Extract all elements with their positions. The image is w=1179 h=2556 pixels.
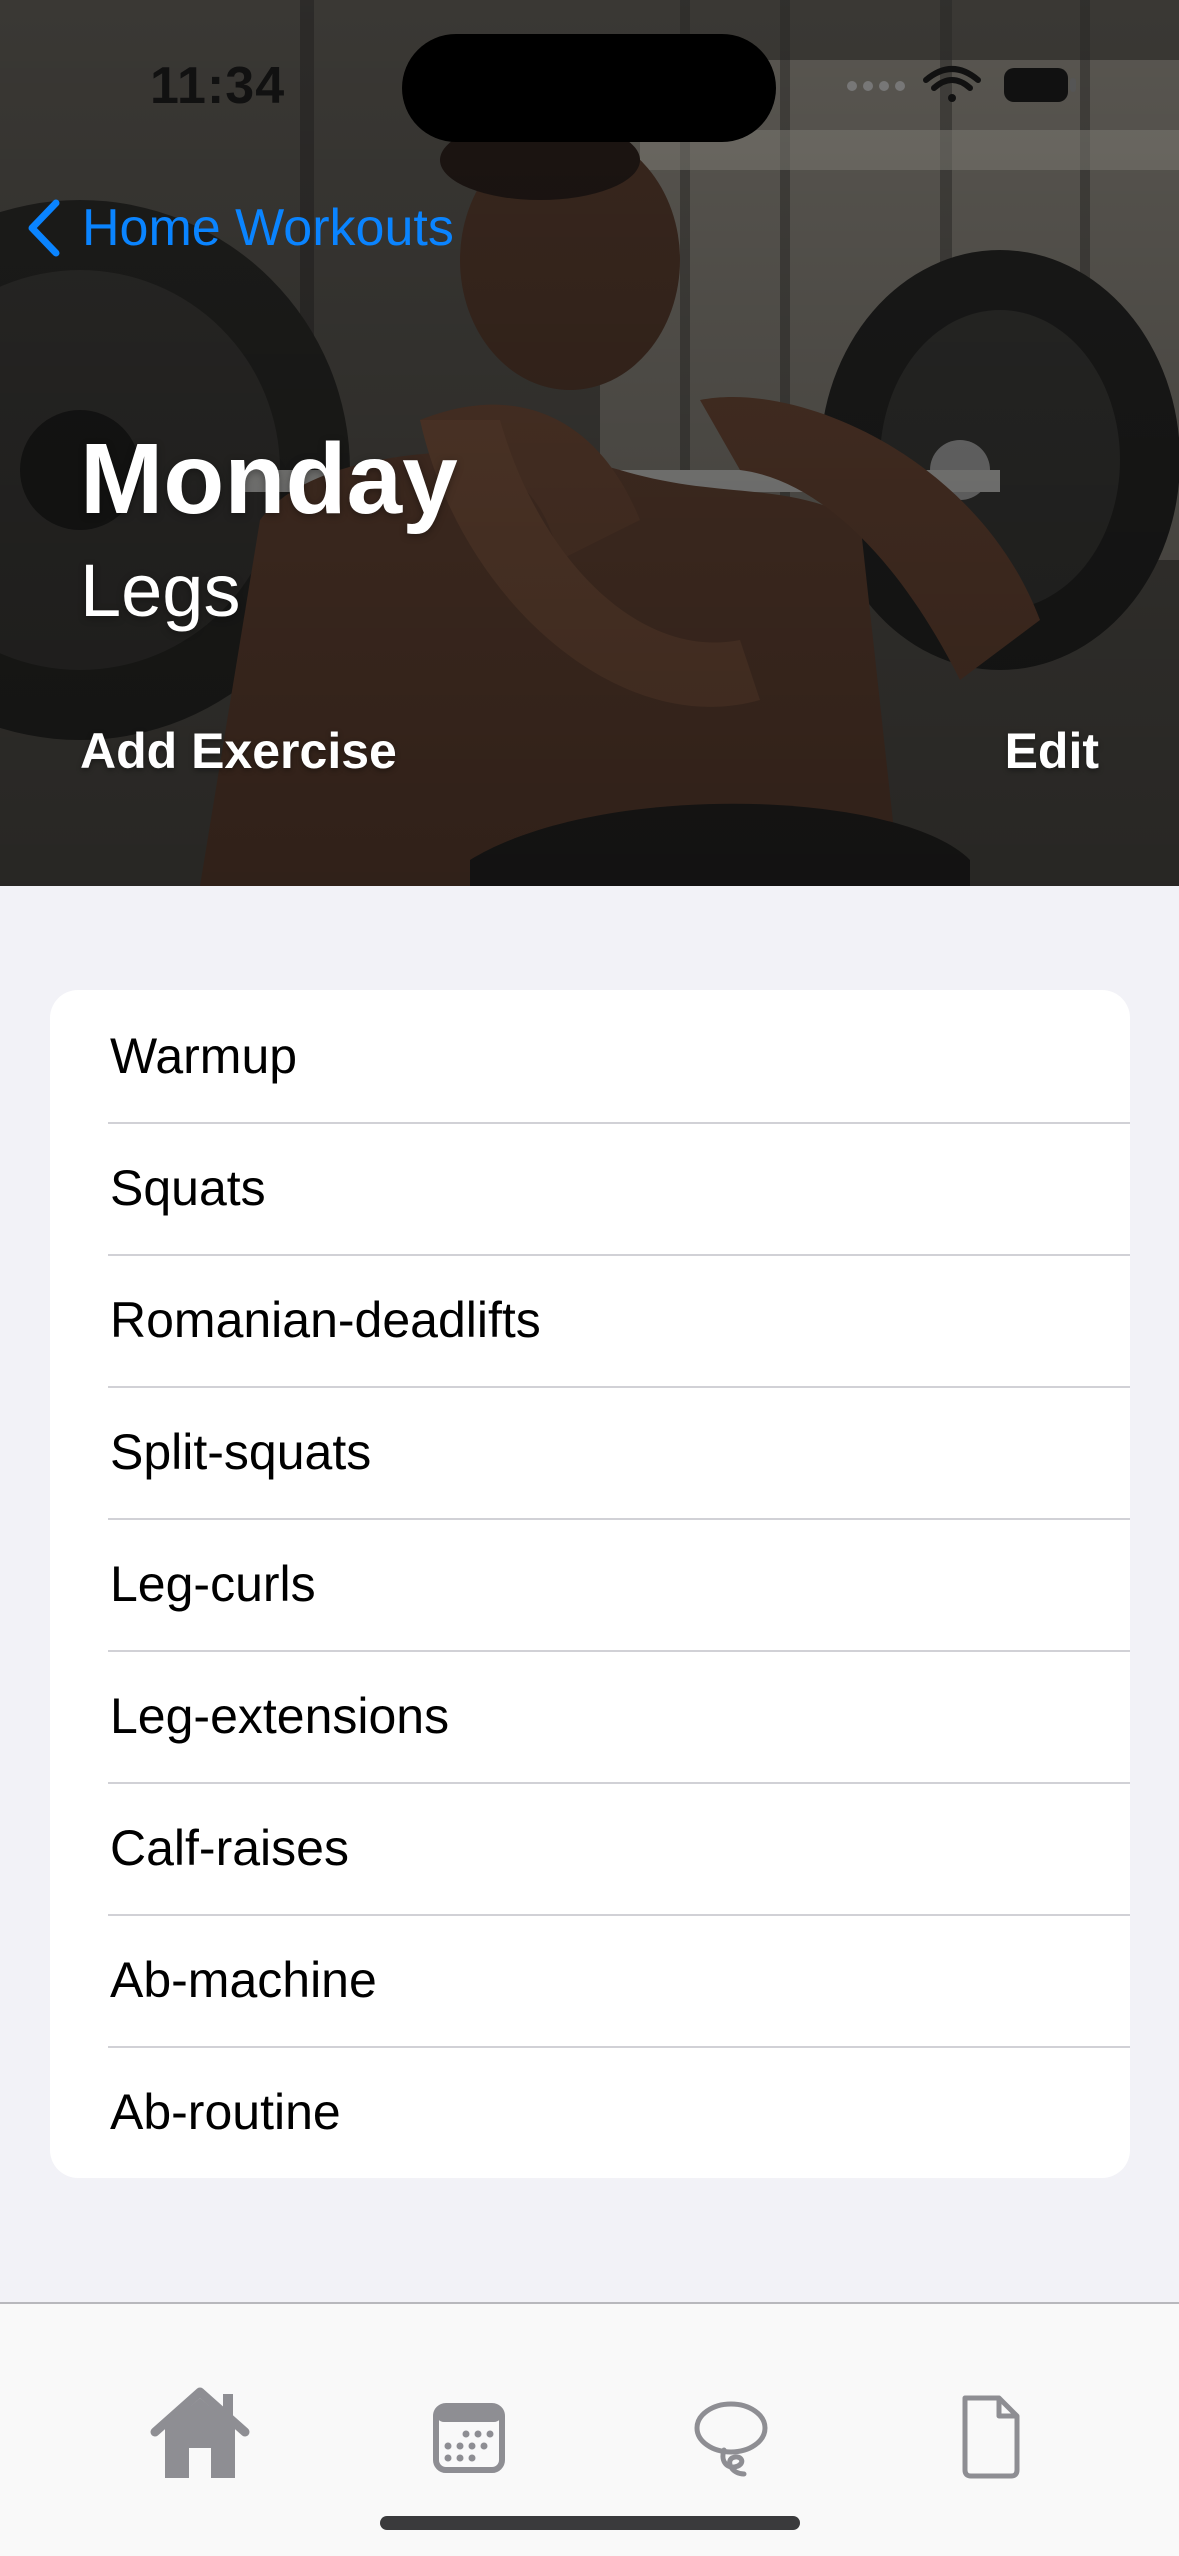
list-item[interactable]: Ab-routine (50, 2046, 1130, 2178)
home-indicator (380, 2516, 800, 2530)
list-item[interactable]: Romanian-deadlifts (50, 1254, 1130, 1386)
list-item[interactable]: Warmup (50, 990, 1130, 1122)
list-item[interactable]: Leg-extensions (50, 1650, 1130, 1782)
list-item[interactable]: Squats (50, 1122, 1130, 1254)
wifi-icon (923, 66, 981, 102)
exercise-label: Ab-routine (110, 2084, 341, 2140)
list-item[interactable]: Leg-curls (50, 1518, 1130, 1650)
edit-button[interactable]: Edit (1005, 722, 1099, 780)
doc-icon (962, 2395, 1020, 2479)
list-item[interactable]: Ab-machine (50, 1914, 1130, 2046)
calendar-icon (433, 2403, 505, 2473)
tab-calendar[interactable] (414, 2384, 524, 2484)
add-exercise-button[interactable]: Add Exercise (80, 722, 397, 780)
list-item[interactable]: Calf-raises (50, 1782, 1130, 1914)
tab-document[interactable] (935, 2384, 1045, 2484)
house-icon (150, 2387, 250, 2478)
dynamic-island (402, 34, 776, 142)
exercise-label: Warmup (110, 1028, 298, 1084)
exercise-label: Leg-extensions (110, 1688, 450, 1744)
lasso-icon (694, 2401, 768, 2477)
back-button-label: Home Workouts (82, 199, 454, 257)
status-time: 11:34 (150, 57, 286, 115)
page-subtitle: Legs (80, 549, 241, 632)
exercise-label: Romanian-deadlifts (110, 1292, 541, 1348)
tab-home[interactable] (145, 2384, 255, 2484)
exercise-label: Leg-curls (110, 1556, 316, 1612)
status-icons (847, 66, 1076, 102)
battery-icon (1004, 68, 1076, 102)
exercise-label: Squats (110, 1160, 266, 1216)
chevron-left-icon (28, 199, 60, 257)
signal-icon (847, 81, 905, 91)
tab-chat[interactable] (676, 2384, 786, 2484)
exercise-label: Calf-raises (110, 1820, 349, 1876)
list-item[interactable]: Split-squats (50, 1386, 1130, 1518)
back-button[interactable]: Home Workouts (24, 192, 454, 264)
exercise-label: Split-squats (110, 1424, 372, 1480)
exercise-label: Ab-machine (110, 1952, 377, 2008)
page-title: Monday (80, 423, 458, 535)
exercise-list: Warmup Squats Romanian-deadlifts Split-s… (50, 990, 1130, 2178)
